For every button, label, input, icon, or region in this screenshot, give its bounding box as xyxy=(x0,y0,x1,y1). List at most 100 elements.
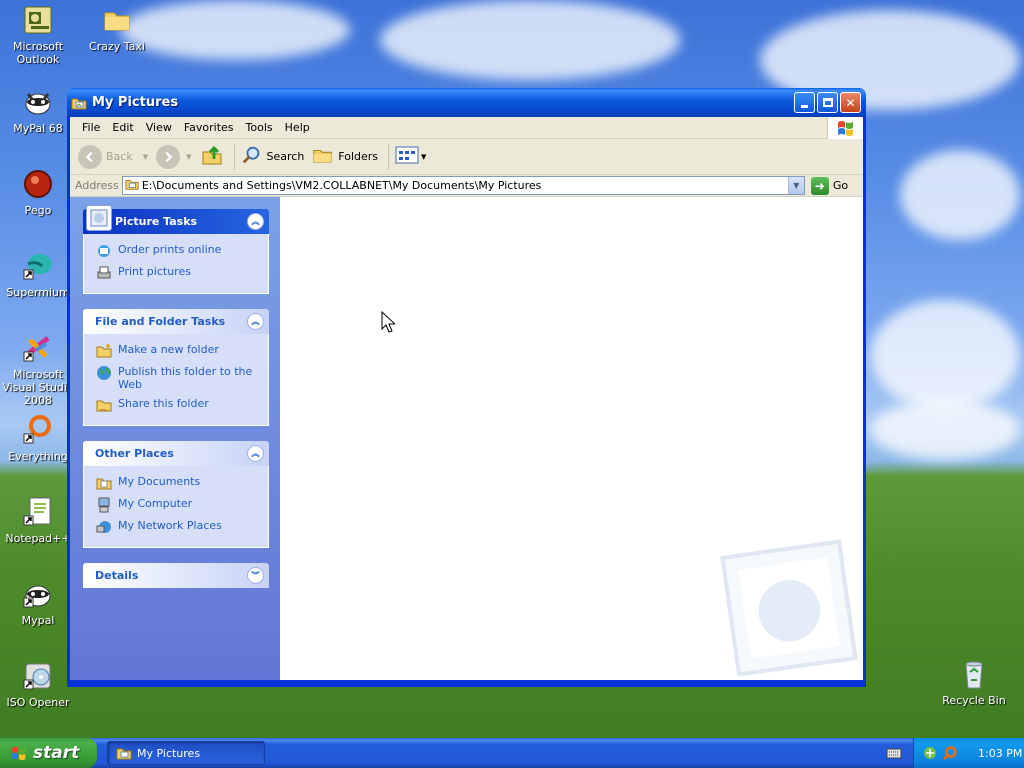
publish-folder-web-link[interactable]: Publish this folder to the Web xyxy=(96,365,260,391)
desktop-icon-label: Microsoft Outlook xyxy=(12,40,64,66)
search-tray-icon[interactable] xyxy=(942,745,958,761)
up-folder-icon xyxy=(200,143,224,170)
up-folder-button[interactable] xyxy=(200,143,224,170)
network-tray-icon[interactable] xyxy=(922,745,938,761)
desktop-icon-label: Notepad++ xyxy=(5,532,71,545)
menu-help[interactable]: Help xyxy=(279,121,316,134)
desktop-icon-everything[interactable]: Everything xyxy=(0,414,76,463)
share-folder-link[interactable]: Share this folder xyxy=(96,397,260,413)
address-value: E:\Documents and Settings\VM2.COLLABNET\… xyxy=(141,179,542,192)
other-places-body: My Documents My Computer My Network Plac… xyxy=(83,466,269,548)
address-bar: Address E:\Documents and Settings\VM2.CO… xyxy=(70,175,863,197)
taskbar-item-label: My Pictures xyxy=(137,746,201,760)
forward-dropdown-icon[interactable]: ▼ xyxy=(186,153,191,161)
desktop-icon-mypal68[interactable]: MyPal 68 xyxy=(0,86,76,135)
picture-tasks-header[interactable]: Picture Tasks ︽ xyxy=(83,205,269,234)
address-input[interactable]: E:\Documents and Settings\VM2.COLLABNET\… xyxy=(121,176,805,195)
mypal-icon xyxy=(22,86,54,118)
picture-tasks-title: Picture Tasks xyxy=(115,215,198,228)
taskbar-item-my-pictures[interactable]: My Pictures xyxy=(107,741,265,765)
desktop-icon-label: Supermium xyxy=(6,286,70,299)
menu-tools[interactable]: Tools xyxy=(240,121,279,134)
desktop-icon-mypal[interactable]: Mypal xyxy=(0,578,76,627)
file-folder-tasks-header[interactable]: File and Folder Tasks ︽ xyxy=(83,309,269,334)
order-prints-icon xyxy=(96,243,112,259)
back-arrow-icon xyxy=(78,144,102,169)
views-button[interactable]: ▼ xyxy=(395,145,426,168)
other-places-title: Other Places xyxy=(95,447,174,460)
collapse-chevron-icon[interactable]: ︽ xyxy=(247,313,264,330)
task-pane: Picture Tasks ︽ Order prints online Prin… xyxy=(70,197,280,680)
clock[interactable]: 1:03 PM xyxy=(978,747,1022,760)
title-bar[interactable]: My Pictures ✕ xyxy=(67,88,866,117)
desktop-icon-recycle-bin[interactable]: Recycle Bin xyxy=(936,658,1012,707)
address-dropdown-icon[interactable]: ▼ xyxy=(787,177,804,194)
expand-chevron-icon[interactable]: ︾ xyxy=(247,567,264,584)
other-places-panel: Other Places ︽ My Documents My Computer … xyxy=(83,441,269,548)
search-button[interactable]: Search xyxy=(241,144,305,169)
my-network-places-link[interactable]: My Network Places xyxy=(96,519,260,535)
explorer-window: My Pictures ✕ File Edit View Favorites T… xyxy=(67,88,866,687)
close-button[interactable]: ✕ xyxy=(840,92,861,113)
desktop-icon-pego[interactable]: Pego xyxy=(0,168,76,217)
desktop-icon-label: MyPal 68 xyxy=(13,122,63,135)
forward-button[interactable]: ▼ xyxy=(156,144,192,169)
desktop-icon-supermium[interactable]: Supermium xyxy=(0,250,76,299)
outlook-icon xyxy=(22,4,54,36)
print-pictures-link[interactable]: Print pictures xyxy=(96,265,260,281)
desktop-icon-notepadpp[interactable]: Notepad++ xyxy=(0,496,76,545)
window-content: Picture Tasks ︽ Order prints online Prin… xyxy=(70,197,863,680)
collapse-chevron-icon[interactable]: ︽ xyxy=(247,445,264,462)
new-folder-icon xyxy=(96,343,112,359)
desktop-icon-label: Microsoft Visual Studio 2008 xyxy=(2,368,74,407)
toolbar-separator xyxy=(388,143,390,170)
desktop-icon-label: ISO Opener xyxy=(6,696,70,709)
globe-icon xyxy=(96,365,112,381)
details-header[interactable]: Details ︾ xyxy=(83,563,269,588)
order-prints-online-link[interactable]: Order prints online xyxy=(96,243,260,259)
details-panel: Details ︾ xyxy=(83,563,269,588)
my-computer-link[interactable]: My Computer xyxy=(96,497,260,513)
supermium-icon xyxy=(22,250,54,282)
watermark-picture-icon xyxy=(710,529,863,680)
back-button[interactable]: Back ▼ xyxy=(78,144,148,169)
other-places-header[interactable]: Other Places ︽ xyxy=(83,441,269,466)
desktop-icon-visual-studio[interactable]: Microsoft Visual Studio 2008 xyxy=(0,332,76,407)
notepadpp-icon xyxy=(22,496,54,528)
windows-logo-icon xyxy=(827,117,863,139)
back-dropdown-icon[interactable]: ▼ xyxy=(143,153,148,161)
mypal-icon xyxy=(22,578,54,610)
picture-tasks-panel: Picture Tasks ︽ Order prints online Prin… xyxy=(83,205,269,294)
menu-edit[interactable]: Edit xyxy=(106,121,139,134)
window-title: My Pictures xyxy=(92,95,179,110)
my-computer-icon xyxy=(96,497,112,513)
go-button[interactable]: ➜ Go xyxy=(810,176,848,195)
folder-icon xyxy=(101,4,133,36)
minimize-button[interactable] xyxy=(794,92,815,113)
my-documents-link[interactable]: My Documents xyxy=(96,475,260,491)
recycle-bin-icon xyxy=(958,658,990,690)
desktop-icon-iso-opener[interactable]: ISO Opener xyxy=(0,660,76,709)
maximize-button[interactable] xyxy=(817,92,838,113)
desktop-icon-crazy-taxi[interactable]: Crazy Taxi xyxy=(79,4,155,53)
toolbar: Back ▼ ▼ Search Folders ▼ xyxy=(70,139,863,175)
start-button[interactable]: start xyxy=(0,738,97,768)
search-label: Search xyxy=(266,150,305,163)
folders-icon xyxy=(312,144,334,169)
file-list-area[interactable] xyxy=(280,197,863,680)
menu-view[interactable]: View xyxy=(140,121,178,134)
iso-opener-icon xyxy=(22,660,54,692)
folders-button[interactable]: Folders xyxy=(312,144,378,169)
pego-icon xyxy=(22,168,54,200)
everything-icon xyxy=(22,414,54,446)
make-new-folder-link[interactable]: Make a new folder xyxy=(96,343,260,359)
my-pictures-icon xyxy=(116,745,132,761)
desktop-icon-label: Pego xyxy=(24,204,52,217)
collapse-chevron-icon[interactable]: ︽ xyxy=(247,213,264,230)
menu-file[interactable]: File xyxy=(76,121,106,134)
file-folder-tasks-body: Make a new folder Publish this folder to… xyxy=(83,334,269,426)
desktop-icon-outlook[interactable]: Microsoft Outlook xyxy=(0,4,76,66)
visual-studio-icon xyxy=(22,332,54,364)
keyboard-icon[interactable] xyxy=(886,746,902,760)
menu-favorites[interactable]: Favorites xyxy=(178,121,240,134)
